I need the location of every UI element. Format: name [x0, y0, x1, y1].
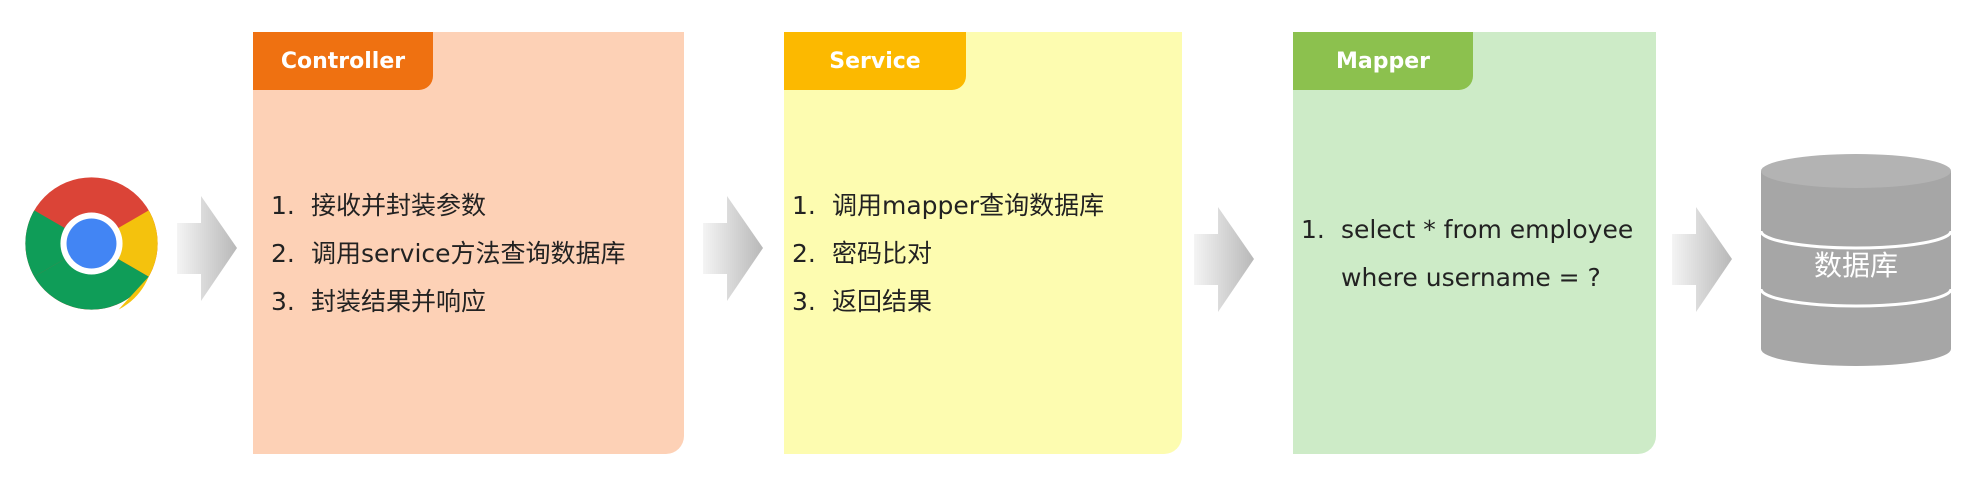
step-number: 3. [271, 287, 295, 316]
chrome-browser-icon [25, 177, 158, 310]
list-item: 2. 调用service方法查询数据库 [271, 230, 626, 278]
mapper-card: Mapper 1. select * from employee where u… [1293, 32, 1656, 454]
list-item: 3. 封装结果并响应 [271, 278, 626, 326]
arrow-right-icon [177, 196, 237, 301]
step-number: 1. [271, 191, 295, 220]
mapper-title: Mapper [1293, 32, 1473, 90]
service-step-list: 1. 调用mapper查询数据库 2. 密码比对 3. 返回结果 [792, 182, 1104, 326]
step-text: 封装结果并响应 [311, 287, 487, 316]
service-card: Service 1. 调用mapper查询数据库 2. 密码比对 3. 返回结果 [784, 32, 1182, 454]
step-number: 1. [792, 191, 816, 220]
step-number: 2. [271, 239, 295, 268]
database-icon: 数据库 [1760, 154, 1952, 366]
list-item: 1. 接收并封装参数 [271, 182, 626, 230]
step-text: 调用service方法查询数据库 [311, 239, 626, 268]
step-text: 调用mapper查询数据库 [832, 191, 1105, 220]
step-number: 3. [792, 287, 816, 316]
step-text: select * from employee where username = … [1341, 215, 1634, 292]
list-item: 1. select * from employee where username… [1301, 206, 1633, 302]
step-text: 返回结果 [832, 287, 933, 316]
arrow-right-icon [1672, 207, 1732, 312]
database-label: 数据库 [1814, 249, 1898, 282]
step-text: 接收并封装参数 [311, 191, 487, 220]
list-item: 1. 调用mapper查询数据库 [792, 182, 1104, 230]
step-number: 2. [792, 239, 816, 268]
controller-card: Controller 1. 接收并封装参数 2. 调用service方法查询数据… [253, 32, 684, 454]
service-title: Service [784, 32, 966, 90]
arrow-right-icon [1194, 207, 1254, 312]
controller-title: Controller [253, 32, 433, 90]
controller-step-list: 1. 接收并封装参数 2. 调用service方法查询数据库 3. 封装结果并响… [271, 182, 626, 326]
step-number: 1. [1301, 215, 1325, 244]
arrow-right-icon [703, 196, 763, 301]
mapper-step-list: 1. select * from employee where username… [1301, 206, 1633, 302]
step-text: 密码比对 [832, 239, 933, 268]
list-item: 3. 返回结果 [792, 278, 1104, 326]
list-item: 2. 密码比对 [792, 230, 1104, 278]
